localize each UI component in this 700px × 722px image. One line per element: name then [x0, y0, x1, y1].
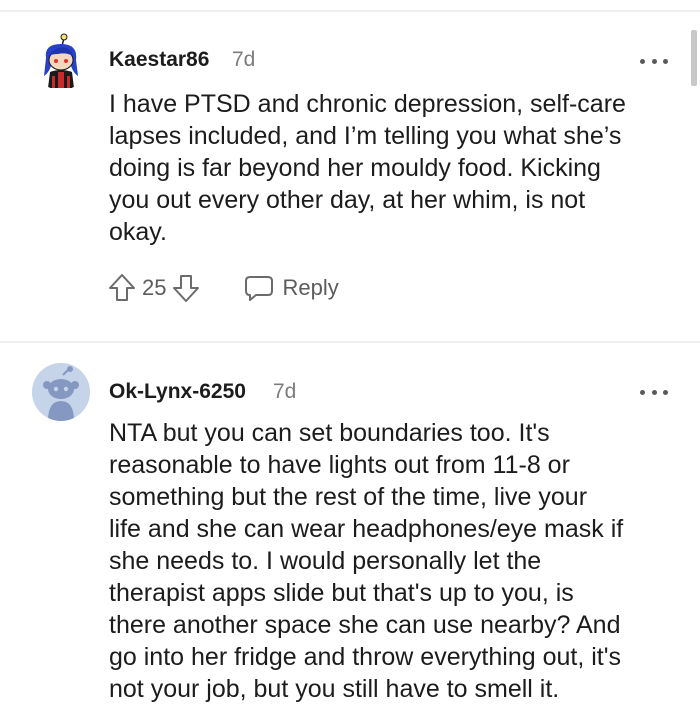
user-avatar[interactable] [32, 363, 90, 421]
more-dot [640, 389, 645, 395]
vote-count: 25 [142, 275, 167, 300]
more-dot [651, 58, 657, 64]
upvote-icon[interactable] [108, 272, 136, 304]
downvote-icon[interactable] [172, 272, 200, 304]
comment-body: I have PTSD and chronic depression, self… [109, 90, 626, 246]
more-options-button[interactable] [640, 54, 668, 68]
reply-label: Reply [282, 275, 339, 300]
comment-body: NTA but you can set boundaries too. It's… [109, 419, 624, 703]
default-snoo-avatar-icon [32, 363, 90, 421]
more-options-button[interactable] [640, 385, 668, 399]
more-dot [663, 389, 668, 395]
snoo-avatar-icon [44, 33, 78, 88]
reply-button[interactable]: Reply [244, 274, 339, 302]
more-dot [640, 58, 645, 64]
comment-actions: 25 Reply [108, 270, 339, 306]
comment: Ok-Lynx-6250 7d NTA but you can set boun… [0, 343, 700, 722]
speech-bubble-icon [245, 276, 274, 301]
username[interactable]: Kaestar86 [109, 48, 209, 72]
username[interactable]: Ok-Lynx-6250 [109, 380, 246, 404]
comment: Kaestar86 7d I have PTSD and chronic dep… [0, 12, 700, 341]
more-dot [663, 58, 668, 64]
comment-timestamp: 7d [232, 48, 256, 71]
user-avatar[interactable] [32, 32, 90, 90]
more-dot [651, 389, 657, 395]
comment-timestamp: 7d [273, 380, 297, 403]
